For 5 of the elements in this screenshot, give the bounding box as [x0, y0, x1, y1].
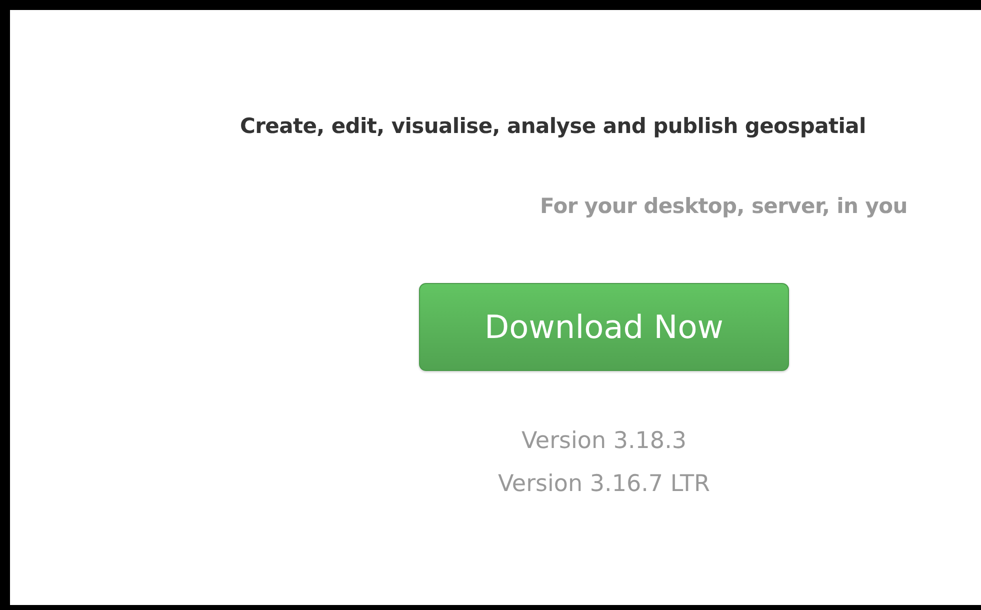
headline: Create, edit, visualise, analyse and publish geospatial — [240, 113, 867, 139]
subheadline: For your desktop, server, in you — [540, 193, 908, 219]
download-button[interactable]: Download Now — [419, 283, 789, 371]
version-link[interactable]: Version 3.18.3 — [521, 427, 687, 456]
version-link[interactable]: Version 3.16.7 LTR — [498, 470, 710, 499]
